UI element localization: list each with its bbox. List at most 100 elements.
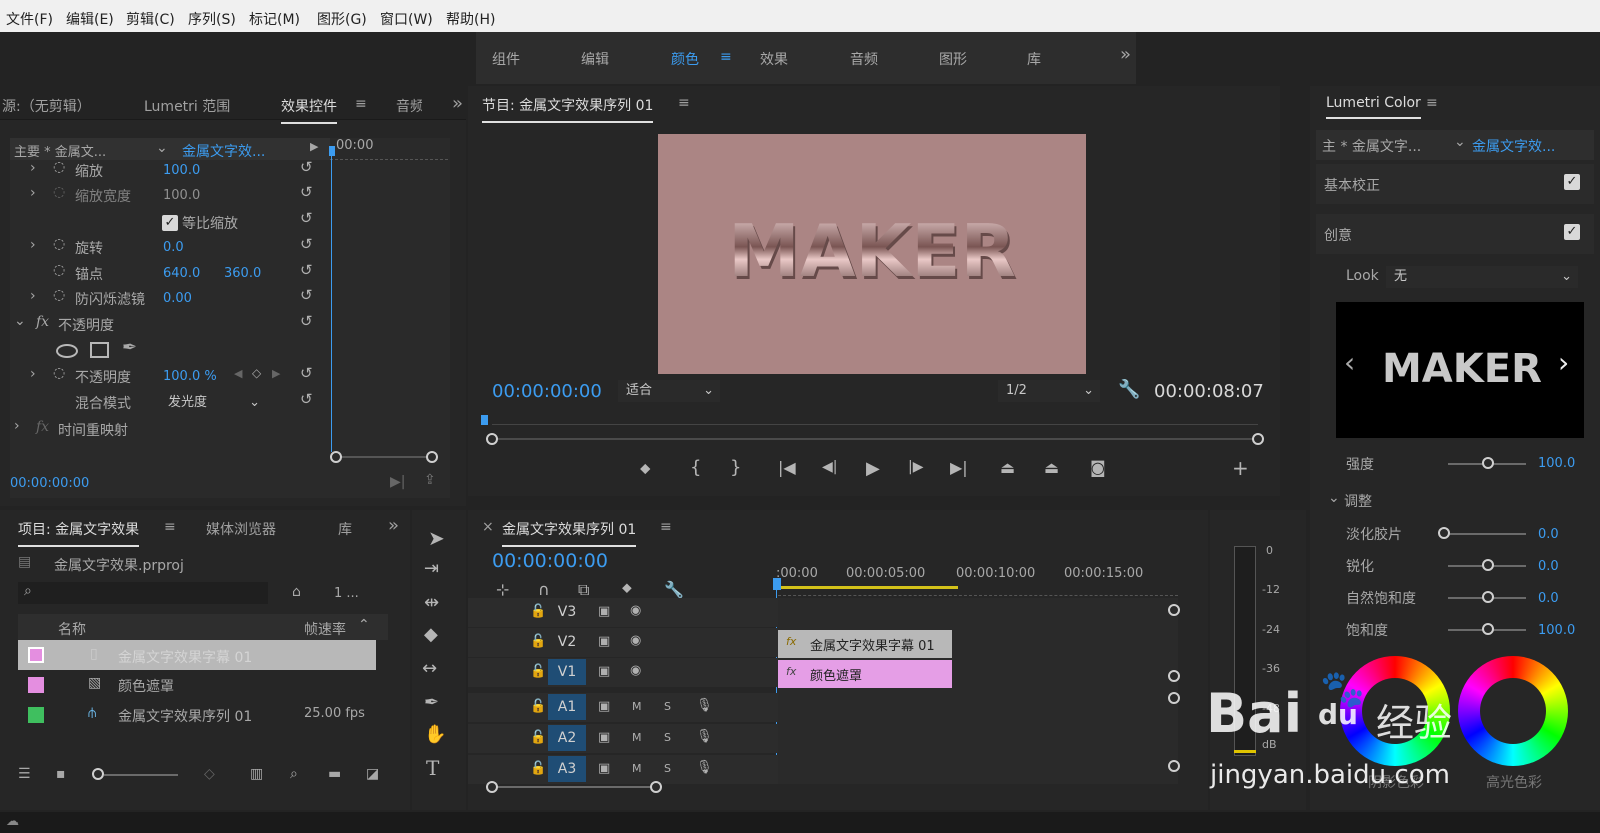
menu-file[interactable]: 文件(F) — [6, 9, 53, 29]
marker-icon[interactable]: ⬥ — [640, 459, 651, 477]
tab-library[interactable]: 库 — [338, 519, 352, 539]
tab-lumetri-scopes[interactable]: Lumetri 范围 — [144, 96, 230, 116]
fx-badge[interactable]: fx — [36, 314, 49, 330]
basic-correction-section[interactable]: 基本校正 ✓ — [1316, 164, 1594, 204]
project-item-row[interactable]: ⫛ 金属文字效果序列 01 25.00 fps — [18, 700, 376, 730]
razor-icon[interactable]: ◆ — [424, 624, 438, 645]
mark-out-icon[interactable]: } — [730, 457, 741, 478]
tab-project[interactable]: 项目: 金属文字效果 — [18, 519, 140, 547]
panel-menu-icon[interactable]: ≡ — [678, 95, 690, 111]
timeline-clip[interactable]: fx 颜色遮罩 — [778, 660, 952, 688]
wrench-icon[interactable]: 🔧 — [1118, 379, 1140, 400]
zoom-handle-left[interactable] — [486, 433, 498, 445]
stopwatch-icon[interactable]: ◌ — [53, 262, 65, 278]
workspace-tab-graphics[interactable]: 图形 — [939, 49, 967, 69]
workspace-tab-effects[interactable]: 效果 — [760, 49, 788, 69]
expand-opacity-icon[interactable]: › — [30, 366, 36, 382]
render-icon[interactable]: ▶| — [390, 474, 405, 490]
workspace-tab-assembly[interactable]: 组件 — [492, 49, 520, 69]
workspace-menu-icon[interactable]: ≡ — [720, 49, 732, 65]
faded-film-value[interactable]: 0.0 — [1538, 527, 1559, 542]
program-monitor-title[interactable]: 节目: 金属文字效果序列 01 — [482, 95, 654, 123]
label-color-swatch[interactable] — [28, 707, 44, 723]
creative-section[interactable]: 创意 ✓ — [1316, 214, 1594, 254]
sharpen-value[interactable]: 0.0 — [1538, 559, 1559, 574]
lock-icon[interactable]: 🔓 — [530, 730, 546, 745]
reset-icon[interactable]: ↺ — [300, 158, 313, 176]
panel-menu-icon[interactable]: ≡ — [355, 96, 367, 112]
expand-time-remap-icon[interactable]: › — [14, 418, 20, 434]
col-fps[interactable]: 帧速率 — [304, 619, 346, 639]
reset-icon[interactable]: ↺ — [300, 261, 313, 279]
timeline-title[interactable]: 金属文字效果序列 01 — [502, 519, 637, 547]
menu-clip[interactable]: 剪辑(C) — [126, 9, 175, 29]
zoom-handle-right[interactable] — [426, 451, 438, 463]
antiflicker-value[interactable]: 0.00 — [163, 291, 192, 306]
zoom-handle-right[interactable] — [650, 781, 662, 793]
reset-icon[interactable]: ↺ — [300, 364, 313, 382]
panel-menu-icon[interactable]: ≡ — [1426, 95, 1438, 111]
tab-source[interactable]: 源:（无剪辑） — [2, 96, 91, 116]
pen-icon[interactable]: ✒ — [424, 692, 439, 713]
clip-dropdown[interactable]: 金属文字效... — [182, 141, 265, 161]
sync-lock-icon[interactable]: ▣ — [598, 730, 610, 745]
faded-film-slider[interactable] — [1444, 533, 1526, 535]
vibrance-knob[interactable] — [1482, 591, 1494, 603]
anchor-y-value[interactable]: 360.0 — [224, 266, 261, 281]
mic-icon[interactable]: 🎙 — [696, 729, 713, 744]
reset-icon[interactable]: ↺ — [300, 183, 313, 201]
prev-keyframe-icon[interactable]: ◀ — [234, 367, 242, 380]
solo-button[interactable]: S — [664, 762, 671, 775]
play-icon[interactable]: ▶ — [866, 458, 880, 479]
intensity-value[interactable]: 100.0 — [1538, 456, 1575, 471]
new-folder-icon[interactable]: ▬ — [328, 766, 341, 782]
stopwatch-icon[interactable]: ◌ — [53, 236, 65, 252]
lock-icon[interactable]: 🔓 — [530, 634, 546, 649]
add-keyframe-icon[interactable]: ◇ — [252, 366, 261, 380]
mic-icon[interactable]: 🎙 — [696, 760, 713, 775]
sync-lock-icon[interactable]: ▣ — [598, 604, 610, 619]
play-triangle-icon[interactable]: ▶ — [310, 140, 318, 153]
reset-icon[interactable]: ↺ — [300, 390, 313, 408]
new-item-icon[interactable]: ◪ — [366, 766, 379, 782]
sharpen-knob[interactable] — [1482, 559, 1494, 571]
sync-lock-icon[interactable]: ▣ — [598, 634, 610, 649]
snap-icon[interactable]: ∩ — [538, 580, 550, 599]
rectangle-mask-icon[interactable] — [90, 342, 109, 358]
project-item-row[interactable]: ▧ 颜色遮罩 — [18, 670, 376, 700]
nest-icon[interactable]: ⊹ — [496, 580, 509, 599]
video-preview[interactable]: MAKER MAKER — [658, 134, 1086, 374]
lift-icon[interactable]: ⏏ — [1000, 458, 1015, 477]
mute-button[interactable]: M — [632, 762, 642, 775]
mute-button[interactable]: M — [632, 700, 642, 713]
track-name[interactable]: V1 — [548, 659, 586, 685]
menu-window[interactable]: 窗口(W) — [380, 9, 433, 29]
step-back-icon[interactable]: ◀| — [822, 459, 837, 475]
reset-icon[interactable]: ↺ — [300, 286, 313, 304]
saturation-knob[interactable] — [1482, 623, 1494, 635]
timeline-settings-icon[interactable]: 🔧 — [664, 580, 684, 599]
pen-mask-icon[interactable]: ✒ — [122, 337, 137, 358]
track-scroll-knob[interactable] — [1168, 670, 1180, 682]
tab-audio[interactable]: 音频 — [396, 96, 422, 116]
playhead-marker[interactable] — [329, 146, 335, 156]
eye-icon[interactable]: ◉ — [630, 663, 641, 678]
expand-scale-width-icon[interactable]: › — [30, 185, 36, 201]
solo-button[interactable]: S — [664, 700, 671, 713]
sync-lock-icon[interactable]: ▣ — [598, 699, 610, 714]
reset-icon[interactable]: ↺ — [300, 209, 313, 227]
zoom-handle-left[interactable] — [486, 781, 498, 793]
timeline-timecode[interactable]: 00:00:00:00 — [492, 550, 608, 572]
faded-film-knob[interactable] — [1438, 527, 1450, 539]
find-icon[interactable]: ⌕ — [290, 766, 298, 782]
zoom-handle-left[interactable] — [330, 451, 342, 463]
saturation-value[interactable]: 100.0 — [1538, 623, 1575, 638]
eye-icon[interactable]: ◉ — [630, 603, 641, 618]
next-look-icon[interactable]: › — [1558, 346, 1569, 379]
track-name[interactable]: A3 — [548, 756, 586, 782]
effect-timecode[interactable]: 00:00:00:00 — [10, 476, 89, 491]
rotation-value[interactable]: 0.0 — [163, 240, 184, 255]
track-scroll-knob[interactable] — [1168, 604, 1180, 616]
scale-value[interactable]: 100.0 — [163, 163, 200, 178]
workspace-tab-color[interactable]: 颜色 — [671, 49, 699, 69]
